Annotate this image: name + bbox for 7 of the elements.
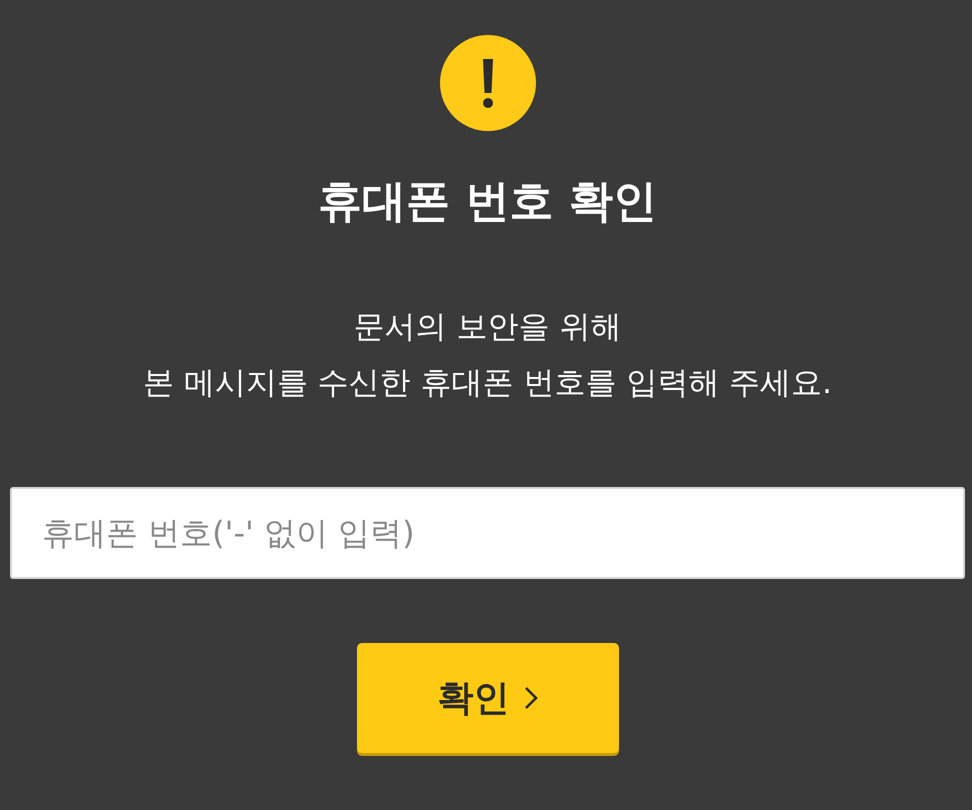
chevron-right-icon (524, 686, 538, 710)
message-text: 문서의 보안을 위해 (354, 308, 622, 347)
message-text: 본 메시지를 수신한 휴대폰 번호를 입력해 주세요. (143, 364, 832, 403)
dialog-title: 휴대폰 번호 확인 (318, 175, 657, 229)
phone-input-field[interactable]: 휴대폰 번호('-' 없이 입력) (10, 487, 965, 579)
warning-icon (440, 35, 536, 131)
confirm-button[interactable]: 확인 (356, 643, 618, 753)
